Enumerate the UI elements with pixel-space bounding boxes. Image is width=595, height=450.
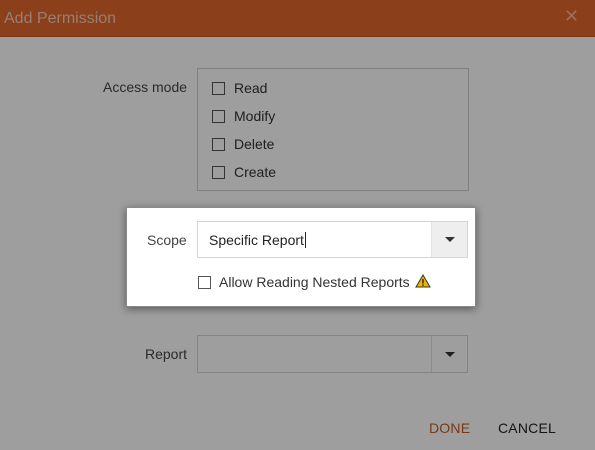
scope-value: Specific Report [209, 232, 306, 248]
warning-icon [414, 273, 431, 291]
scope-value-text: Specific Report [209, 232, 304, 248]
nested-reports-label: Allow Reading Nested Reports [219, 274, 410, 290]
scope-label: Scope [147, 232, 187, 248]
chevron-down-icon [444, 237, 455, 242]
text-cursor [304, 232, 306, 248]
checkbox-allow-nested[interactable] [198, 275, 211, 289]
scope-dropdown-button[interactable] [431, 222, 467, 257]
scope-select[interactable]: Specific Report [197, 221, 468, 258]
nested-reports-option[interactable]: Allow Reading Nested Reports [198, 273, 431, 291]
